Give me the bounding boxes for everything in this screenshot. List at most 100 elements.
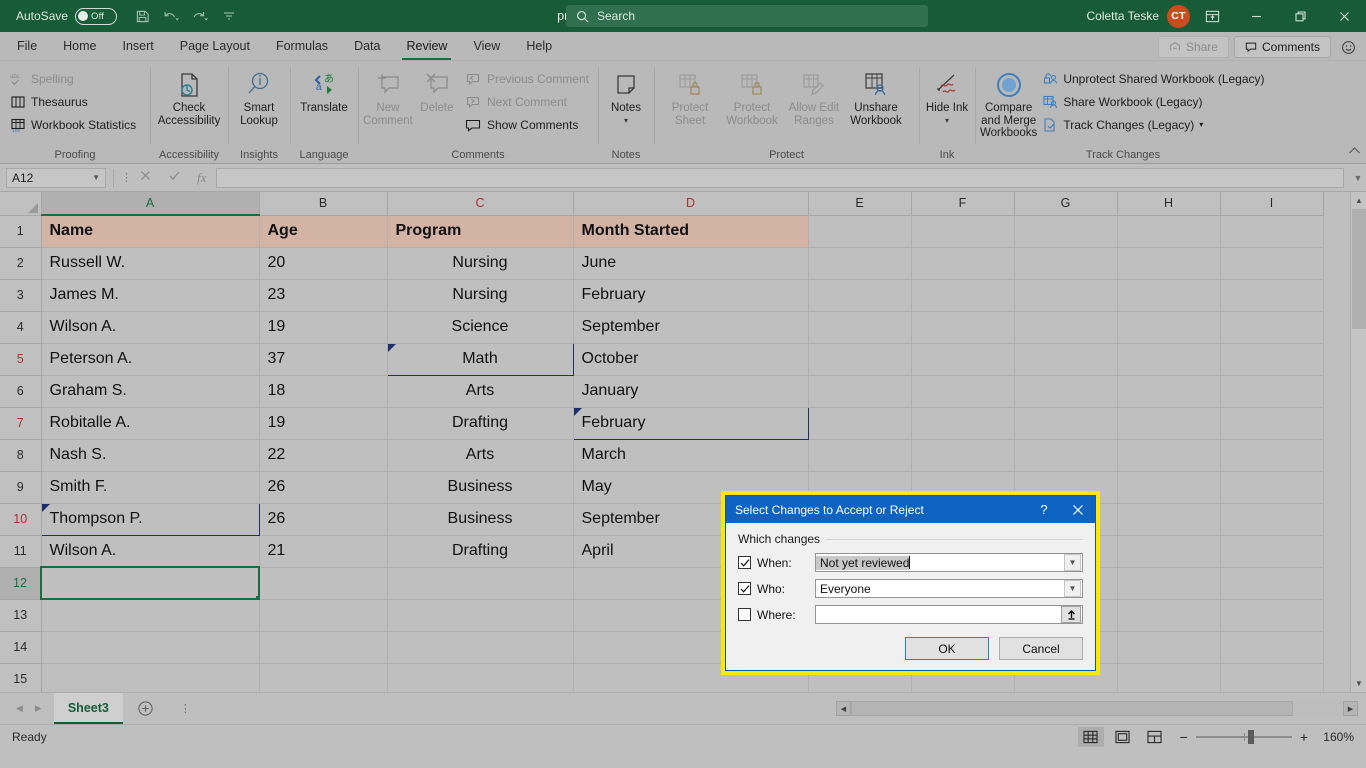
- cell-i7[interactable]: [1220, 407, 1324, 440]
- zoom-track[interactable]: [1195, 729, 1292, 744]
- column-header-d[interactable]: D: [573, 192, 809, 216]
- cell-b13[interactable]: [259, 599, 388, 632]
- cell-h3[interactable]: [1117, 279, 1221, 312]
- row-header-15[interactable]: 15: [0, 663, 42, 692]
- track-changes-button[interactable]: Track Changes (Legacy) ▾: [1037, 113, 1268, 136]
- cell-b10[interactable]: 26: [259, 503, 388, 536]
- tab-data[interactable]: Data: [341, 32, 393, 60]
- cell-c12[interactable]: [387, 567, 574, 600]
- cell-d5[interactable]: October: [573, 343, 809, 376]
- restore-icon[interactable]: [1278, 0, 1322, 32]
- cell-a12[interactable]: [40, 566, 260, 600]
- cancel-icon[interactable]: [139, 169, 152, 187]
- cell-d7[interactable]: February: [572, 406, 809, 440]
- row-header-7[interactable]: 7: [0, 407, 42, 440]
- row-header-8[interactable]: 8: [0, 439, 42, 472]
- share-workbook-button[interactable]: Share Workbook (Legacy): [1037, 90, 1268, 113]
- cell-g6[interactable]: [1014, 375, 1118, 408]
- cell-b1[interactable]: Age: [259, 215, 388, 248]
- cell-a11[interactable]: Wilson A.: [41, 535, 260, 568]
- cell-a15[interactable]: [41, 663, 260, 692]
- cell-d6[interactable]: January: [573, 375, 809, 408]
- cell-h7[interactable]: [1117, 407, 1221, 440]
- cell-h10[interactable]: [1117, 503, 1221, 536]
- row-header-1[interactable]: 1: [0, 215, 42, 248]
- search-box[interactable]: Search: [566, 5, 928, 27]
- cell-e7[interactable]: [808, 407, 912, 440]
- unprotect-shared-workbook-button[interactable]: Unprotect Shared Workbook (Legacy): [1037, 67, 1268, 90]
- cell-a9[interactable]: Smith F.: [41, 471, 260, 504]
- cell-b6[interactable]: 18: [259, 375, 388, 408]
- cell-i4[interactable]: [1220, 311, 1324, 344]
- row-header-2[interactable]: 2: [0, 247, 42, 280]
- formula-bar-chevron-down-icon[interactable]: ▼: [1350, 173, 1366, 183]
- cell-g8[interactable]: [1014, 439, 1118, 472]
- redo-icon[interactable]: [187, 4, 213, 28]
- compare-merge-workbooks-button[interactable]: Compare and Merge Workbooks: [980, 64, 1037, 140]
- cell-f8[interactable]: [911, 439, 1015, 472]
- share-button[interactable]: Share: [1157, 36, 1229, 58]
- cell-a2[interactable]: Russell W.: [41, 247, 260, 280]
- notes-dropdown-icon[interactable]: ▾: [624, 115, 628, 128]
- page-layout-view-icon[interactable]: [1110, 727, 1136, 747]
- cell-c14[interactable]: [387, 631, 574, 664]
- autosave-toggle[interactable]: AutoSave Off: [16, 7, 118, 25]
- range-selector-icon[interactable]: [1061, 606, 1081, 623]
- cell-b2[interactable]: 20: [259, 247, 388, 280]
- check-icon[interactable]: [168, 169, 181, 187]
- save-icon[interactable]: [129, 4, 155, 28]
- smart-lookup-button[interactable]: Smart Lookup: [233, 64, 285, 127]
- unshare-workbook-button[interactable]: Unshare Workbook: [845, 64, 907, 127]
- cell-i6[interactable]: [1220, 375, 1324, 408]
- row-header-4[interactable]: 4: [0, 311, 42, 344]
- cell-c9[interactable]: Business: [387, 471, 574, 504]
- minimize-icon[interactable]: [1234, 0, 1278, 32]
- row-header-10[interactable]: 10: [0, 503, 42, 536]
- avatar[interactable]: CT: [1167, 4, 1190, 28]
- sheet-bar-grip[interactable]: ⋮: [180, 702, 192, 715]
- cell-h14[interactable]: [1117, 631, 1221, 664]
- cancel-button[interactable]: Cancel: [999, 637, 1083, 660]
- translate-button[interactable]: aあ Translate: [295, 64, 353, 115]
- column-header-c[interactable]: C: [387, 192, 574, 216]
- close-icon[interactable]: [1322, 0, 1366, 32]
- cell-e6[interactable]: [808, 375, 912, 408]
- cell-c3[interactable]: Nursing: [387, 279, 574, 312]
- new-comment-button[interactable]: New Comment: [363, 64, 413, 127]
- sheet-tab-sheet3[interactable]: Sheet3: [53, 693, 123, 724]
- check-accessibility-button[interactable]: Check Accessibility: [158, 64, 220, 127]
- cell-b4[interactable]: 19: [259, 311, 388, 344]
- question-mark-icon[interactable]: ?: [1027, 496, 1061, 523]
- cell-c7[interactable]: Drafting: [387, 407, 574, 440]
- thesaurus-button[interactable]: Thesaurus: [5, 90, 140, 113]
- cell-c8[interactable]: Arts: [387, 439, 574, 472]
- row-header-5[interactable]: 5: [0, 343, 42, 376]
- cell-c5[interactable]: Math: [386, 342, 574, 376]
- next-comment-button[interactable]: Next Comment: [461, 90, 593, 113]
- column-header-a[interactable]: A: [41, 192, 260, 216]
- cell-c11[interactable]: Drafting: [387, 535, 574, 568]
- row-header-6[interactable]: 6: [0, 375, 42, 408]
- cell-g2[interactable]: [1014, 247, 1118, 280]
- track-changes-dropdown-icon[interactable]: ▾: [1199, 120, 1203, 129]
- column-header-g[interactable]: G: [1014, 192, 1118, 216]
- tab-page-layout[interactable]: Page Layout: [167, 32, 263, 60]
- tab-view[interactable]: View: [460, 32, 513, 60]
- vertical-scrollbar-thumb[interactable]: [1352, 209, 1366, 329]
- cell-e1[interactable]: [808, 215, 912, 248]
- cell-e3[interactable]: [808, 279, 912, 312]
- cell-h1[interactable]: [1117, 215, 1221, 248]
- page-break-preview-icon[interactable]: [1142, 727, 1168, 747]
- tab-help[interactable]: Help: [513, 32, 565, 60]
- cell-a6[interactable]: Graham S.: [41, 375, 260, 408]
- ribbon-display-options-icon[interactable]: [1190, 0, 1234, 32]
- zoom-level[interactable]: 160%: [1314, 730, 1354, 744]
- cell-a5[interactable]: Peterson A.: [41, 343, 260, 376]
- scroll-up-icon[interactable]: ▲: [1351, 192, 1366, 209]
- cell-g7[interactable]: [1014, 407, 1118, 440]
- delete-comment-button[interactable]: Delete: [413, 64, 461, 115]
- cell-f7[interactable]: [911, 407, 1015, 440]
- horizontal-scrollbar-thumb[interactable]: [851, 701, 1293, 716]
- cell-a8[interactable]: Nash S.: [41, 439, 260, 472]
- column-header-e[interactable]: E: [808, 192, 912, 216]
